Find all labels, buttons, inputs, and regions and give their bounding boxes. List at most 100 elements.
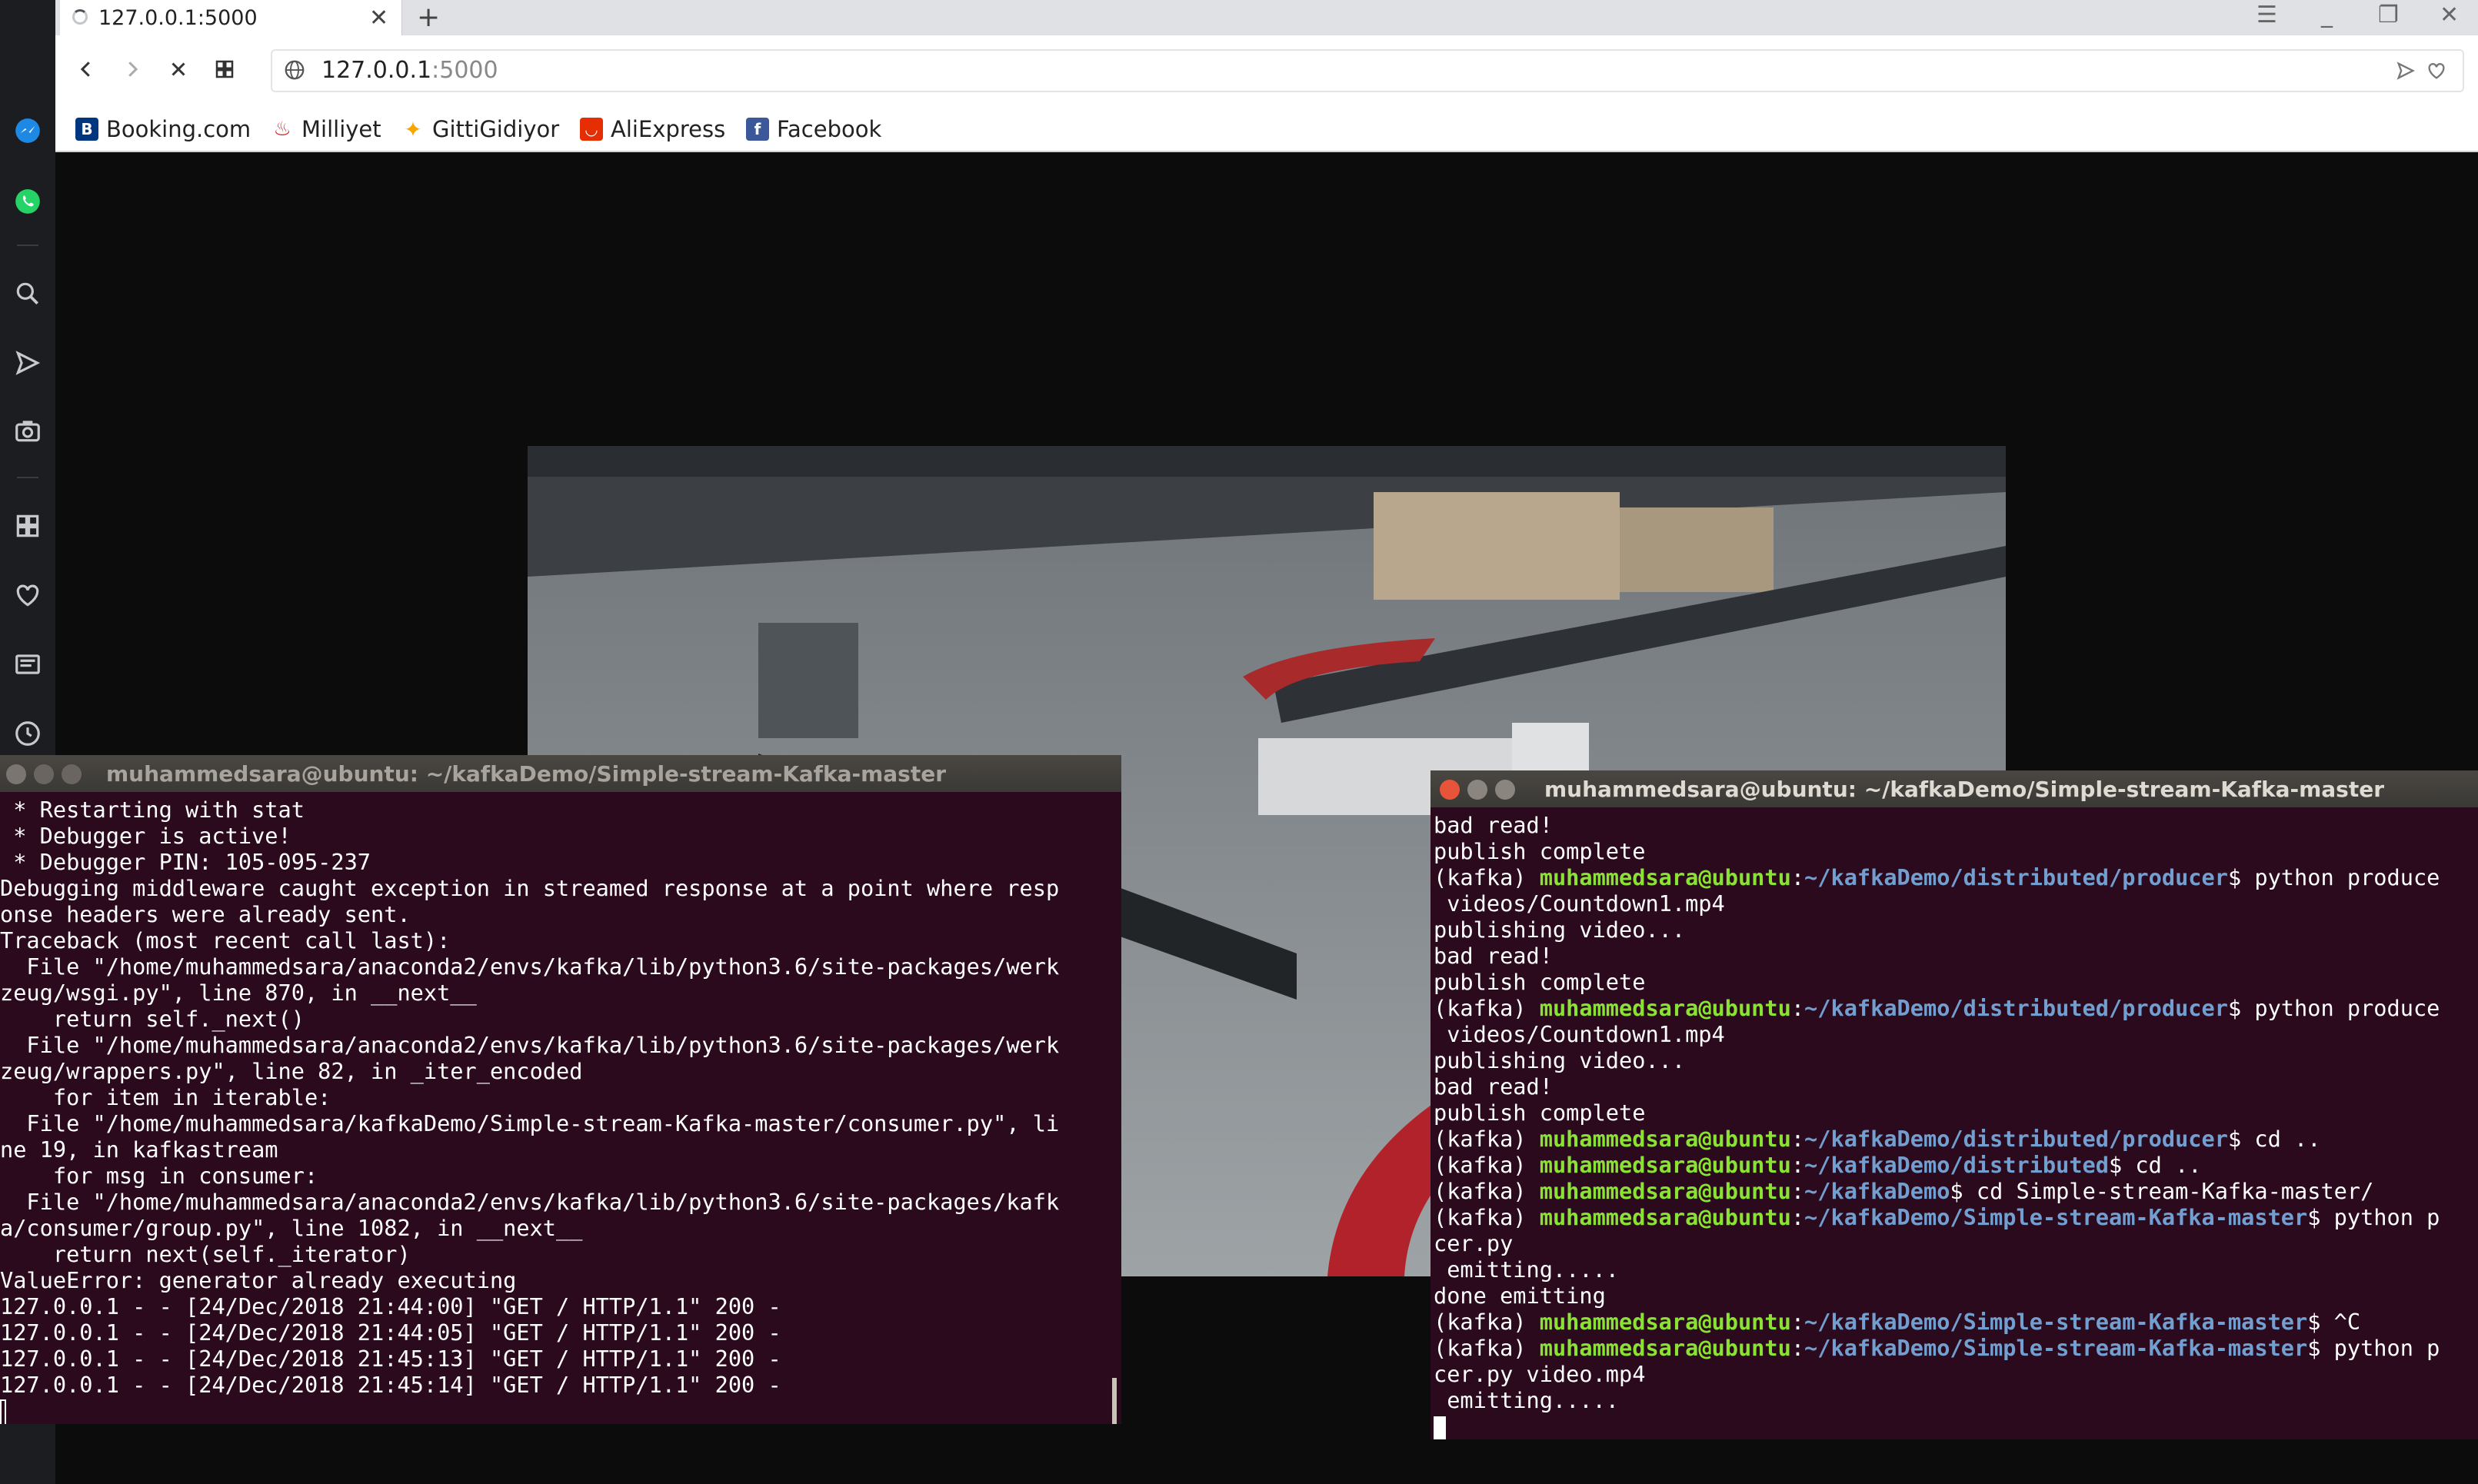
terminal-line: bad read! [1434,943,1553,969]
terminal-line: emitting..... [1434,1387,1620,1413]
terminal-line: (kafka) muhammedsara@ubuntu:~/kafkaDemo/… [1434,1309,2361,1335]
terminal-line: publish complete [1434,969,1646,995]
bookmark-milliyet[interactable]: ♨ Milliyet [271,115,381,143]
maximize-icon[interactable] [1495,780,1515,800]
text-cursor [0,1399,6,1424]
speed-dial-icon[interactable] [8,506,48,546]
search-icon[interactable] [8,274,48,314]
tabs-overview-icon[interactable] [209,54,240,85]
terminal-line: File "/home/muhammedsara/anaconda2/envs/… [0,953,1060,980]
terminal-line: bad read! [1434,812,1553,838]
close-icon[interactable] [6,764,26,784]
maximize-icon[interactable] [62,764,82,784]
terminal-line: (kafka) muhammedsara@ubuntu:~/kafkaDemo/… [1434,864,2440,890]
terminal-line: (kafka) muhammedsara@ubuntu:~/kafkaDemo/… [1434,1152,2202,1178]
terminal-line: File "/home/muhammedsara/kafkaDemo/Simpl… [0,1110,1060,1136]
bookmark-aliexpress[interactable]: ◡ AliExpress [580,115,725,143]
terminal-window-left[interactable]: muhammedsara@ubuntu: ~/kafkaDemo/Simple-… [0,755,1121,1424]
terminal-line: File "/home/muhammedsara/anaconda2/envs/… [0,1189,1060,1215]
terminal-output: * Restarting with stat * Debugger is act… [0,797,1121,1424]
restore-button[interactable]: ❐ [2378,2,2399,28]
terminal-line: done emitting [1434,1283,1606,1309]
text-cursor [1434,1416,1446,1439]
back-icon[interactable] [71,54,102,85]
terminal-line: (kafka) muhammedsara@ubuntu:~/kafkaDemo$… [1434,1178,2374,1204]
terminal-line: bad read! [1434,1073,1553,1100]
terminal-prompt-line [1434,1413,2478,1439]
bookmark-booking[interactable]: B Booking.com [75,115,251,143]
terminal-line: 127.0.0.1 - - [24/Dec/2018 21:45:14] "GE… [0,1372,781,1398]
bookmark-heart-icon[interactable] [2426,60,2447,82]
minimize-icon[interactable] [34,764,54,784]
new-tab-button[interactable]: + [417,2,440,33]
url-field[interactable]: 127.0.0.1:5000 [271,49,2464,92]
tab-menu-icon[interactable]: ☰ [2257,2,2277,28]
terminal-line: publishing video... [1434,917,1686,943]
heart-icon[interactable] [8,575,48,615]
bookmark-facebook[interactable]: f Facebook [746,115,881,143]
terminal-line: publish complete [1434,1100,1646,1126]
address-toolbar: 127.0.0.1:5000 [55,35,2478,110]
minimize-button[interactable]: _ [2321,2,2333,28]
terminal-line: ne 19, in kafkastream [0,1136,278,1163]
terminal-line: File "/home/muhammedsara/anaconda2/envs/… [0,1032,1060,1058]
terminal-line: return next(self._iterator) [0,1241,411,1267]
loading-spinner-icon [72,9,88,25]
terminal-line: (kafka) muhammedsara@ubuntu:~/kafkaDemo/… [1434,1126,2321,1152]
terminal-line: 127.0.0.1 - - [24/Dec/2018 21:44:00] "GE… [0,1293,781,1319]
facebook-icon: f [746,118,769,141]
bookmark-gittigidiyor[interactable]: ✦ GittiGidiyor [401,115,559,143]
news-icon[interactable] [8,644,48,684]
forward-icon[interactable] [117,54,148,85]
scrollbar[interactable] [1112,1378,1117,1424]
aliexpress-icon: ◡ [580,118,603,141]
close-window-button[interactable]: ✕ [2440,2,2459,28]
terminal-line: * Debugger PIN: 105-095-237 [0,849,371,875]
terminal-line: cer.py video.mp4 [1434,1361,1646,1387]
terminal-line: publish complete [1434,838,1646,864]
stop-loading-icon[interactable] [163,54,194,85]
terminal-line: zeug/wrappers.py", line 82, in _iter_enc… [0,1058,583,1084]
terminal-line: onse headers were already sent. [0,901,411,927]
terminal-line: for msg in consumer: [0,1163,318,1189]
terminal-line: zeug/wsgi.py", line 870, in __next__ [0,980,477,1006]
terminal-line: ValueError: generator already executing [0,1267,517,1293]
terminal-line: 127.0.0.1 - - [24/Dec/2018 21:45:13] "GE… [0,1346,781,1372]
tab-bar: 127.0.0.1:5000 ✕ + ☰ _ ❐ ✕ [55,0,2478,35]
whatsapp-icon[interactable] [8,181,48,221]
gittigidiyor-icon: ✦ [401,117,425,142]
milliyet-icon: ♨ [271,118,294,141]
terminal-line: * Restarting with stat [0,797,305,823]
terminal-line: return self._next() [0,1006,305,1032]
terminal-line: emitting..... [1434,1256,1620,1283]
url-text: 127.0.0.1:5000 [321,57,498,84]
terminal-line: (kafka) muhammedsara@ubuntu:~/kafkaDemo/… [1434,995,2440,1021]
terminal-title: muhammedsara@ubuntu: ~/kafkaDemo/Simple-… [106,761,947,787]
camera-icon[interactable] [8,411,48,451]
terminal-window-right[interactable]: muhammedsara@ubuntu: ~/kafkaDemo/Simple-… [1431,770,2478,1439]
messenger-icon[interactable] [8,111,48,151]
terminal-line: Traceback (most recent call last): [0,927,451,953]
terminal-line: a/consumer/group.py", line 1082, in __ne… [0,1215,583,1241]
close-icon[interactable] [1440,780,1460,800]
terminal-line: cer.py [1434,1230,1514,1256]
bookmarks-bar: B Booking.com ♨ Milliyet ✦ GittiGidiyor … [55,109,2478,152]
terminal-line: 127.0.0.1 - - [24/Dec/2018 21:44:05] "GE… [0,1319,781,1346]
terminal-line: Debugging middleware caught exception in… [0,875,1060,901]
booking-icon: B [75,118,98,141]
minimize-icon[interactable] [1467,780,1487,800]
terminal-prompt-line [0,1398,1121,1424]
tab-close-icon[interactable]: ✕ [369,5,388,32]
terminal-title: muhammedsara@ubuntu: ~/kafkaDemo/Simple-… [1544,777,2385,802]
active-tab[interactable]: 127.0.0.1:5000 ✕ [60,0,402,35]
terminal-titlebar: muhammedsara@ubuntu: ~/kafkaDemo/Simple-… [0,755,1121,792]
terminal-line: videos/Countdown1.mp4 [1434,890,1725,917]
terminal-titlebar: muhammedsara@ubuntu: ~/kafkaDemo/Simple-… [1431,770,2478,807]
history-icon[interactable] [8,714,48,754]
tab-title: 127.0.0.1:5000 [98,6,258,30]
terminal-line: publishing video... [1434,1047,1686,1073]
terminal-output: bad read! publish complete (kafka) muhamme… [1434,812,2478,1439]
globe-icon [285,60,305,80]
send-page-icon[interactable] [2395,60,2416,82]
send-icon[interactable] [8,343,48,383]
